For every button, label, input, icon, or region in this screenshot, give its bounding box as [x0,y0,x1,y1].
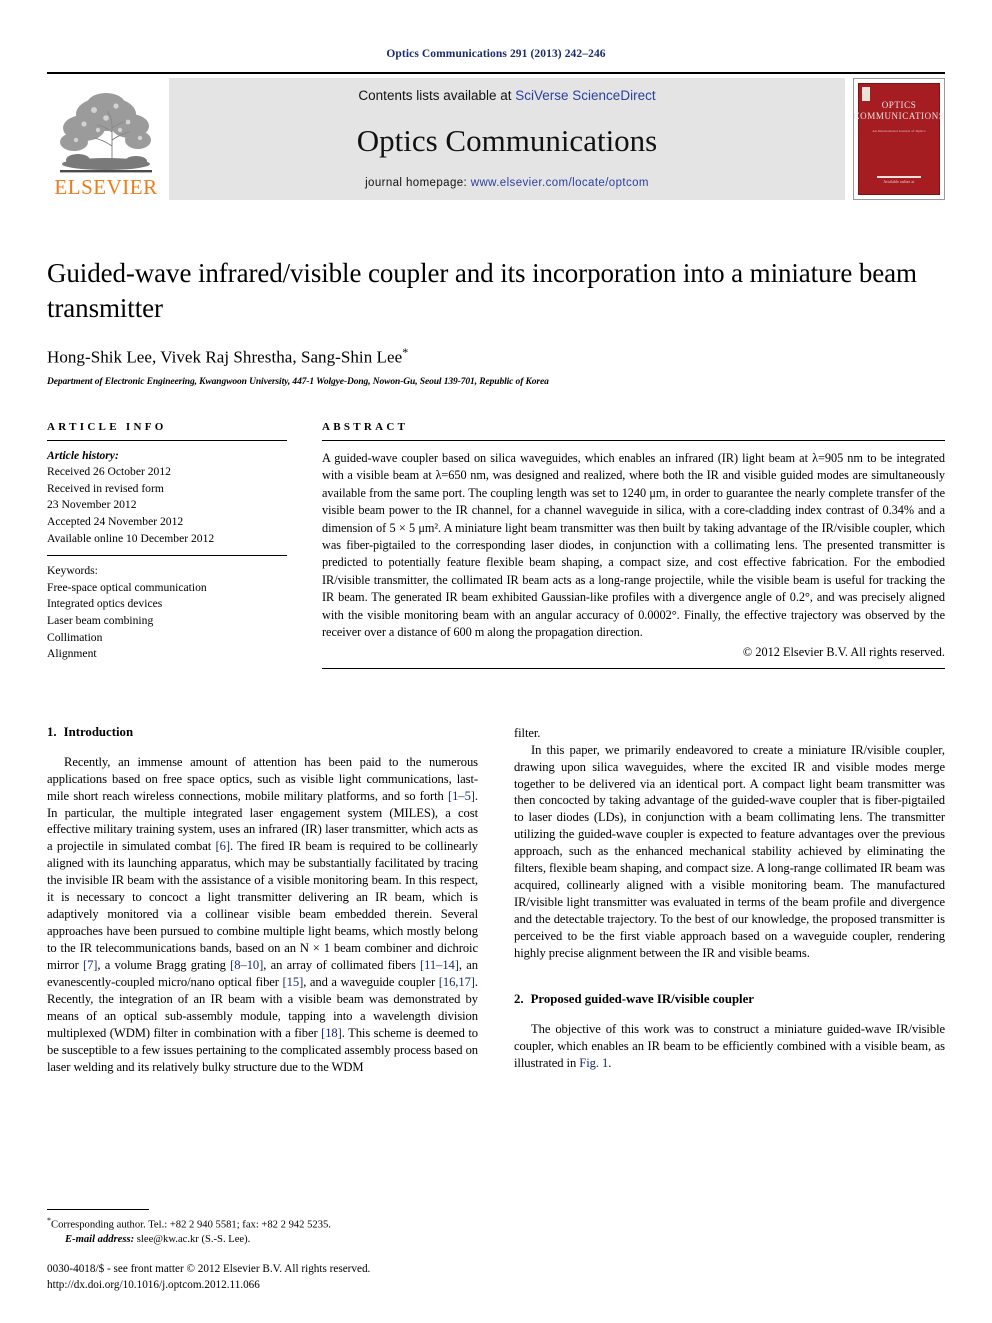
section-title: Proposed guided-wave IR/visible coupler [530,991,754,1006]
journal-cover-inner: OPTICS COMMUNICATIONS An International J… [854,83,944,195]
section-heading-introduction: 1. Introduction [47,725,478,740]
elsevier-tree-icon [54,84,158,176]
history-item: Received 26 October 2012 [47,465,171,479]
coupler-paragraph-1: The objective of this work was to constr… [514,1021,945,1072]
abstract-column: ABSTRACT A guided-wave coupler based on … [305,421,945,669]
paper-page: Optics Communications 291 (2013) 242–246 [0,0,992,1323]
text-run: filter. [514,725,541,740]
corresponding-author-text: Corresponding author. Tel.: +82 2 940 55… [51,1219,331,1231]
journal-homepage-link[interactable]: www.elsevier.com/locate/optcom [471,177,649,189]
citation-ref[interactable]: [8–10] [230,958,263,972]
body-column-right: filter. In this paper, we primarily ende… [514,725,945,1076]
article-history-label: Article history: [47,448,119,462]
article-info-heading: ARTICLE INFO [47,420,167,433]
cover-badge-icon [862,87,870,101]
history-item: Available online 10 December 2012 [47,531,215,545]
history-item: Accepted 24 November 2012 [47,515,184,529]
citation-ref[interactable]: [1–5] [448,789,475,803]
abstract-rule [322,439,945,441]
journal-cover-thumbnail: OPTICS COMMUNICATIONS An International J… [853,78,945,200]
keyword-item: Collimation [47,630,103,644]
contents-prefix: Contents lists available at [358,88,516,103]
title-block: Guided-wave infrared/visible coupler and… [47,256,945,387]
keywords-label: Keywords: [47,564,98,578]
figure-ref[interactable]: Fig. 1 [579,1056,608,1070]
article-history-block: Article history: Received 26 October 201… [47,448,287,547]
author-list: Hong-Shik Lee, Vivek Raj Shrestha, Sang-… [47,345,945,368]
contents-lists-line: Contents lists available at SciVerse Sci… [358,88,655,103]
masthead-top-rule [47,72,945,74]
section-number: 1. [47,724,57,739]
abstract-copyright: © 2012 Elsevier B.V. All rights reserved… [742,644,945,659]
body-columns: 1. Introduction Recently, an immense amou… [47,725,945,1076]
masthead-center-panel: Contents lists available at SciVerse Sci… [169,78,845,200]
email-label: E-mail address: [65,1234,135,1246]
issn-line: 0030-4018/$ - see front matter © 2012 El… [47,1263,371,1276]
cover-footer-text: Available online at [859,176,939,184]
email-value[interactable]: slee@kw.ac.kr (S.-S. Lee). [134,1234,251,1245]
running-head: Optics Communications 291 (2013) 242–246 [386,48,606,60]
keyword-item: Integrated optics devices [47,597,163,611]
citation-ref[interactable]: [16,17] [439,975,475,989]
info-abstract-row: ARTICLE INFO Article history: Received 2… [47,421,945,669]
citation-ref[interactable]: [18] [321,1026,342,1040]
text-run: , a volume Bragg grating [97,957,231,972]
text-run: , an array of collimated fibers [263,957,421,972]
abstract-text: A guided-wave coupler based on silica wa… [322,450,945,640]
corresponding-author-marker: * [402,345,409,360]
text-run: Recently, an immense amount of attention… [47,754,478,803]
keywords-rule [47,555,287,557]
abstract-heading: ABSTRACT [322,420,409,433]
corresponding-author-note: *Corresponding author. Tel.: +82 2 940 5… [47,1215,467,1248]
author-names: Hong-Shik Lee, Vivek Raj Shrestha, Sang-… [47,347,403,367]
section-number: 2. [514,991,524,1006]
homepage-prefix: journal homepage: [365,177,471,189]
citation-ref[interactable]: [15] [283,975,304,989]
sciencedirect-link[interactable]: SciVerse ScienceDirect [515,88,655,103]
footnote-rule [47,1209,149,1211]
citation-ref[interactable]: [6] [216,839,231,853]
citation-ref[interactable]: [7] [83,958,98,972]
history-item: 23 November 2012 [47,498,137,512]
text-run: , and a waveguide coupler [303,974,439,989]
issn-copyright-block: 0030-4018/$ - see front matter © 2012 El… [47,1262,467,1293]
section-heading-coupler: 2. Proposed guided-wave IR/visible couple… [514,992,945,1007]
elsevier-wordmark: ELSEVIER [54,175,158,199]
page-footer: *Corresponding author. Tel.: +82 2 940 5… [47,1209,467,1293]
page-title: Guided-wave infrared/visible coupler and… [47,258,917,323]
intro-paragraph-1: Recently, an immense amount of attention… [47,754,478,1076]
abstract-bottom-rule [322,667,945,669]
text-run: . [608,1055,612,1070]
body-column-left: 1. Introduction Recently, an immense amou… [47,725,478,1076]
text-run: . The fired IR beam is required to be co… [47,839,478,972]
keyword-item: Free-space optical communication [47,580,207,594]
cover-title-text: OPTICS COMMUNICATIONS [853,100,945,122]
doi-line[interactable]: http://dx.doi.org/10.1016/j.optcom.2012.… [47,1278,467,1293]
cover-subtitle-text: An International Journal of Optics [872,128,926,133]
journal-masthead: ELSEVIER Contents lists available at Sci… [47,78,945,200]
journal-homepage-line: journal homepage: www.elsevier.com/locat… [365,177,649,189]
elsevier-logo: ELSEVIER [47,78,165,200]
affiliation: Department of Electronic Engineering, Kw… [47,376,549,387]
keywords-block: Keywords: Free-space optical communicati… [47,563,287,662]
citation-ref[interactable]: [11–14] [420,958,459,972]
cover-footer-label: Available online at [883,180,915,184]
intro-paragraph-1-continued: filter. [514,725,945,742]
section-title: Introduction [63,724,134,739]
journal-title: Optics Communications [356,122,658,158]
article-info-column: ARTICLE INFO Article history: Received 2… [47,421,305,669]
article-info-rule [47,439,287,441]
keyword-item: Alignment [47,647,97,661]
history-item: Received in revised form [47,481,164,495]
intro-paragraph-2: In this paper, we primarily endeavored t… [514,742,945,960]
keyword-item: Laser beam combining [47,613,154,627]
